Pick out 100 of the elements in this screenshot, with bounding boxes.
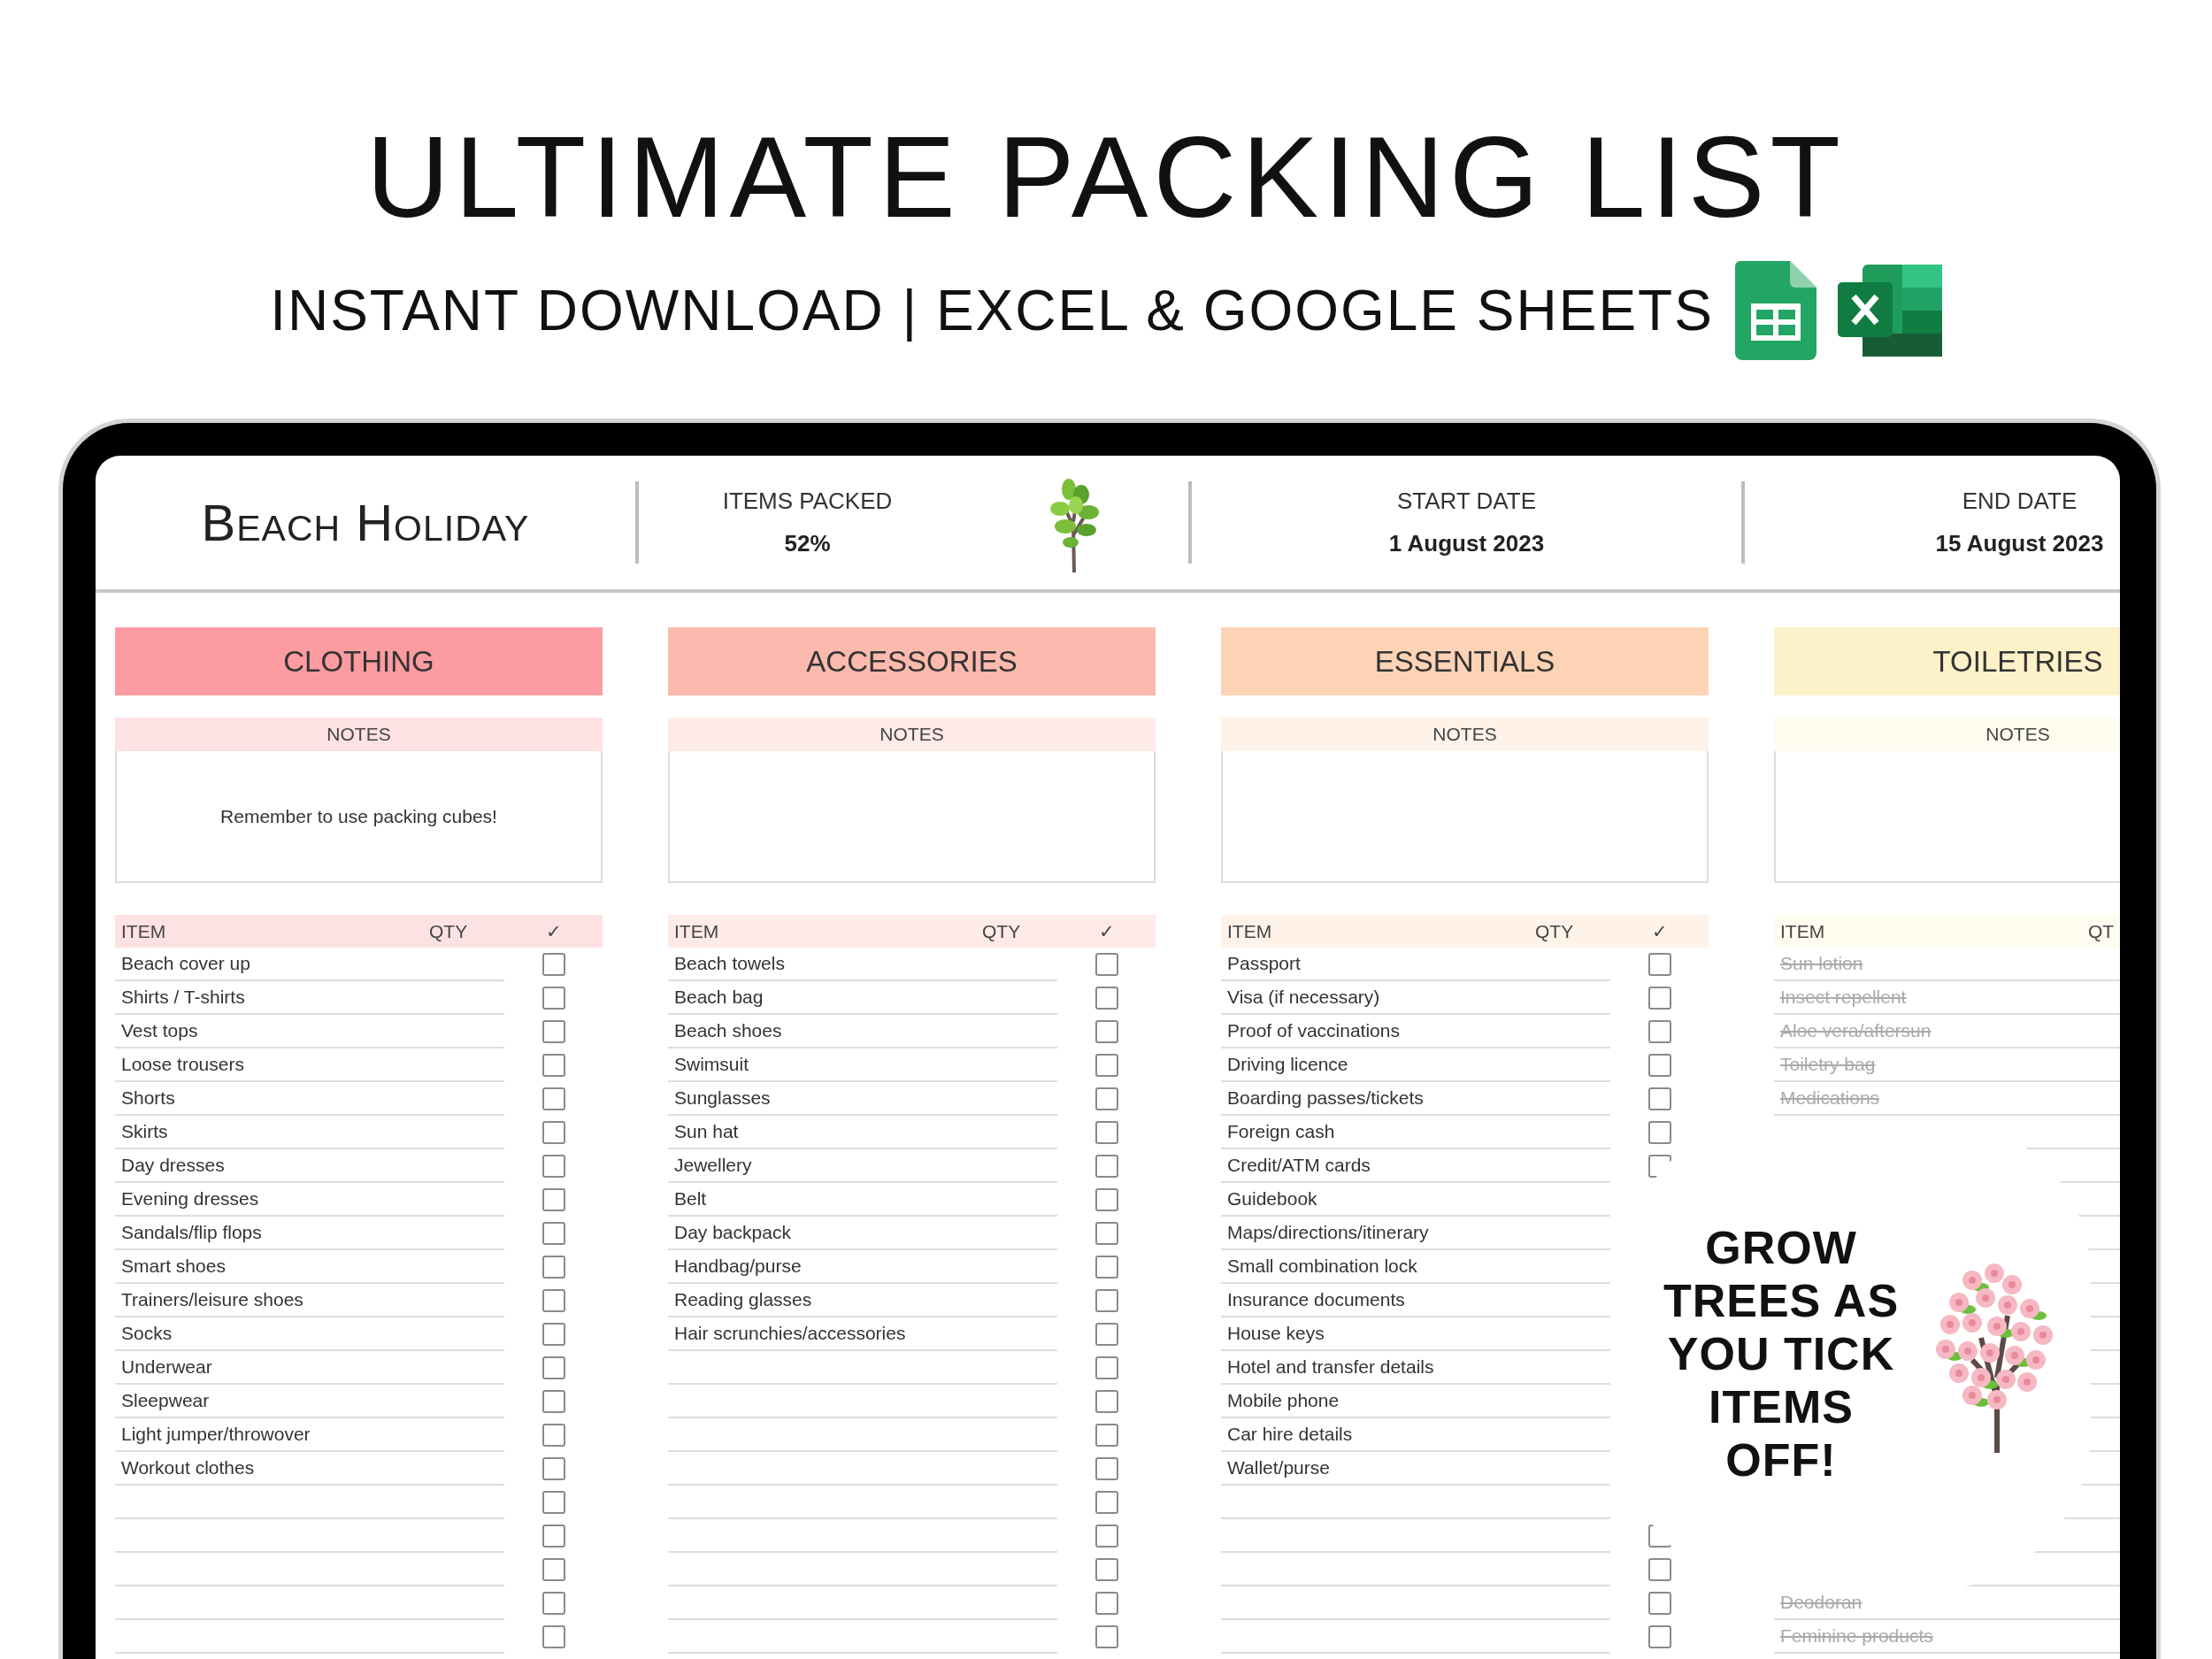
checkbox[interactable]	[1094, 1424, 1118, 1447]
checkbox[interactable]	[1094, 1188, 1118, 1211]
checkbox[interactable]	[541, 1087, 565, 1110]
notes-header: NOTES	[1221, 718, 1709, 751]
checkbox[interactable]	[541, 1020, 565, 1043]
column-header: ✓	[1097, 919, 1116, 943]
checkbox[interactable]	[1094, 1121, 1118, 1144]
checkbox[interactable]	[1647, 953, 1671, 976]
item-cell: Day dresses	[115, 1149, 504, 1183]
checkbox[interactable]	[541, 1356, 565, 1379]
checkbox[interactable]	[541, 1525, 565, 1548]
checkbox[interactable]	[1094, 1457, 1118, 1480]
checkbox[interactable]	[1094, 1256, 1118, 1279]
item-cell: Insurance documents	[1221, 1284, 1610, 1317]
item-cell: Trainers/leisure shoes	[115, 1284, 504, 1317]
item-cell: Shirts / T-shirts	[115, 981, 504, 1015]
item-cell: Evening dresses	[115, 1183, 504, 1217]
checkbox[interactable]	[1094, 1155, 1118, 1178]
item-cell: Beach cover up	[115, 948, 504, 981]
item-cell: Foreign cash	[1221, 1116, 1610, 1149]
checkbox[interactable]	[541, 1188, 565, 1211]
item-cell: Sandals/flip flops	[115, 1217, 504, 1250]
stat-value: 52%	[784, 529, 831, 557]
checkbox[interactable]	[1094, 1289, 1118, 1312]
checkbox[interactable]	[1094, 1020, 1118, 1043]
spreadsheet-icon	[1837, 265, 1942, 357]
notes-header: NOTES	[1774, 718, 2120, 751]
checkbox[interactable]	[541, 1256, 565, 1279]
item-cell: Car hire details	[1221, 1418, 1610, 1452]
checkbox[interactable]	[541, 1155, 565, 1178]
item-cell: Belt	[668, 1183, 1057, 1217]
checkbox[interactable]	[541, 1491, 565, 1514]
checkbox[interactable]	[1094, 1054, 1118, 1077]
checkbox[interactable]	[1094, 1625, 1118, 1648]
item-cell: Sunglasses	[668, 1082, 1057, 1116]
checkbox[interactable]	[1647, 1054, 1671, 1077]
item-cell: Hotel and transfer details	[1221, 1351, 1610, 1385]
checkbox[interactable]	[1647, 1121, 1671, 1144]
checkbox[interactable]	[541, 953, 565, 976]
checkbox[interactable]	[541, 1625, 565, 1648]
page-title: ULTIMATE PACKING LIST	[365, 119, 1847, 234]
item-cell: Workout clothes	[115, 1452, 504, 1486]
checkbox[interactable]	[541, 1457, 565, 1480]
promo-caption: GROW TREES AS YOU TICK ITEMS OFF!	[1662, 1220, 1901, 1486]
item-cell: Sleepwear	[115, 1385, 504, 1418]
item-cell: Insect repellent	[1774, 981, 2120, 1015]
checkbox[interactable]	[541, 1054, 565, 1077]
item-cell: Passport	[1221, 948, 1610, 981]
checkbox[interactable]	[1094, 953, 1118, 976]
checkbox[interactable]	[541, 1222, 565, 1245]
column-header: QTY	[429, 919, 469, 943]
checkbox[interactable]	[1094, 1525, 1118, 1548]
item-cell: Beach bag	[668, 981, 1057, 1015]
stat-label: START DATE	[1397, 488, 1536, 516]
checkbox[interactable]	[1647, 1087, 1671, 1110]
item-cell: Driving licence	[1221, 1048, 1610, 1082]
item-cell: Credit/ATM cards	[1221, 1149, 1610, 1183]
checkbox[interactable]	[1094, 1087, 1118, 1110]
checkbox[interactable]	[1647, 1625, 1671, 1648]
column-header: ITEM	[1779, 919, 1826, 943]
item-cell: Toiletry bag	[1774, 1048, 2120, 1082]
checkbox[interactable]	[1647, 987, 1671, 1010]
item-cell: Mobile phone	[1221, 1385, 1610, 1418]
checkbox[interactable]	[1094, 1592, 1118, 1615]
checkbox[interactable]	[541, 1424, 565, 1447]
item-cell: Small combination lock	[1221, 1250, 1610, 1284]
column-header: ✓	[1650, 919, 1669, 943]
checkbox[interactable]	[1094, 1222, 1118, 1245]
item-cell: Vest tops	[115, 1015, 504, 1048]
checkbox[interactable]	[541, 1323, 565, 1346]
spreadsheet-icon	[1734, 261, 1816, 360]
checkbox[interactable]	[1094, 1323, 1118, 1346]
checkbox[interactable]	[1094, 1390, 1118, 1413]
item-cell: Aloe vera/aftersun	[1774, 1015, 2120, 1048]
checkbox[interactable]	[541, 1390, 565, 1413]
checkbox[interactable]	[541, 1558, 565, 1581]
item-cell: Feminine products	[1774, 1620, 2120, 1654]
checkbox[interactable]	[1094, 987, 1118, 1010]
checkbox[interactable]	[541, 987, 565, 1010]
checkbox[interactable]	[1647, 1020, 1671, 1043]
category-header: ESSENTIALS	[1221, 627, 1709, 695]
notes-text: Remember to use packing cubes!	[220, 804, 497, 828]
notes-header: NOTES	[115, 718, 603, 751]
item-cell: Sun lotion	[1774, 948, 2120, 981]
item-cell: Skirts	[115, 1116, 504, 1149]
item-cell: Handbag/purse	[668, 1250, 1057, 1284]
item-cell: Swimsuit	[668, 1048, 1057, 1082]
item-cell: Beach towels	[668, 948, 1057, 981]
item-cell: House keys	[1221, 1317, 1610, 1351]
checkbox[interactable]	[541, 1592, 565, 1615]
notes-box[interactable]: Remember to use packing cubes!	[115, 751, 603, 883]
checkbox[interactable]	[1094, 1491, 1118, 1514]
item-cell: Guidebook	[1221, 1183, 1610, 1217]
checkbox[interactable]	[1094, 1558, 1118, 1581]
column-header: ITEM	[120, 919, 167, 943]
checkbox[interactable]	[541, 1121, 565, 1144]
checkbox[interactable]	[541, 1289, 565, 1312]
checkbox[interactable]	[1647, 1592, 1671, 1615]
checkbox[interactable]	[1094, 1356, 1118, 1379]
item-cell: Proof of vaccinations	[1221, 1015, 1610, 1048]
